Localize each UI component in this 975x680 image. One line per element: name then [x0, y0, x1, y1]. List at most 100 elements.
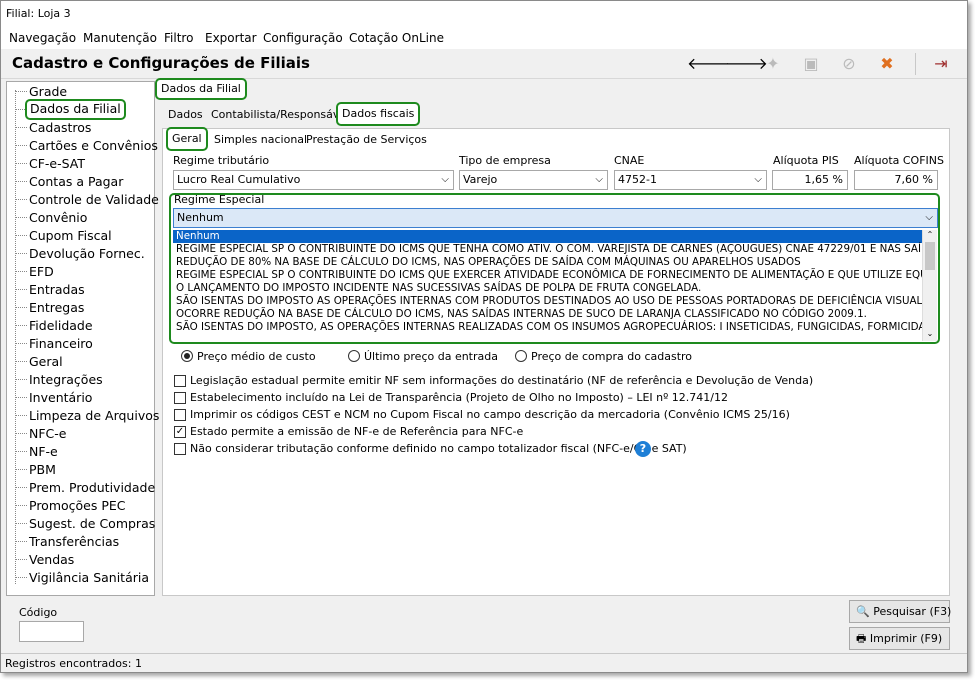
codigo-input[interactable]: [19, 621, 84, 642]
chevron-down-icon: ⌵: [925, 212, 933, 223]
dropdown-option[interactable]: SÃO ISENTAS DO IMPOSTO, AS OPERAÇÕES INT…: [173, 321, 922, 334]
search-icon: 🔍: [856, 605, 870, 618]
dropdown-option[interactable]: REGIME ESPECIAL SP O CONTRIBUINTE DO ICM…: [173, 243, 922, 256]
tree-item[interactable]: Controle de Validade: [29, 191, 159, 208]
scroll-thumb[interactable]: [925, 242, 935, 270]
checkbox-label: Imprimir os códigos CEST e NCM no Cupom …: [190, 408, 790, 421]
exit-icon[interactable]: ⇥: [931, 54, 951, 74]
tree-item[interactable]: Vigilância Sanitária: [29, 569, 149, 586]
menu-exportar[interactable]: Exportar: [205, 31, 257, 45]
tree-item[interactable]: NFC-e: [29, 425, 66, 442]
print-button-label: Imprimir (F9): [869, 632, 943, 645]
checkbox[interactable]: [174, 443, 186, 455]
print-button[interactable]: 🖶 Imprimir (F9): [849, 627, 950, 650]
search-button[interactable]: 🔍 Pesquisar (F3): [849, 600, 951, 623]
radio-preco-compra[interactable]: [515, 350, 527, 362]
dropdown-option[interactable]: O LANÇAMENTO DO IMPOSTO INCIDENTE NAS SU…: [173, 282, 922, 295]
tree-connector: [15, 397, 27, 398]
menu-manutencao[interactable]: Manutenção: [83, 31, 157, 45]
tree-item[interactable]: Convênio: [29, 209, 87, 226]
tree-item[interactable]: PBM: [29, 461, 56, 478]
menu-configuracao[interactable]: Configuração: [263, 31, 343, 45]
checkbox[interactable]: [174, 375, 186, 387]
tree-item[interactable]: Cupom Fiscal: [29, 227, 112, 244]
tree-item[interactable]: NF-e: [29, 443, 58, 460]
tab-dados-da-filial[interactable]: Dados da Filial: [155, 78, 247, 100]
regime-tributario-select[interactable]: Lucro Real Cumulativo ⌵: [173, 170, 454, 190]
tree-connector: [15, 90, 16, 584]
tree-item[interactable]: Dados da Filial: [25, 99, 126, 120]
tree-connector: [15, 487, 27, 488]
tree-item[interactable]: Cadastros: [29, 119, 91, 136]
tree-item[interactable]: Entradas: [29, 281, 85, 298]
dropdown-option[interactable]: SÃO ISENTAS DO IMPOSTO AS OPERAÇÕES INTE…: [173, 295, 922, 308]
cnae-select[interactable]: 4752-1 ⌵: [614, 170, 767, 190]
tree-item[interactable]: Inventário: [29, 389, 92, 406]
dropdown-option[interactable]: REDUÇÃO DE 80% NA BASE DE CÁLCULO DO ICM…: [173, 256, 922, 269]
tree-item[interactable]: Promoções PEC: [29, 497, 126, 514]
dropdown-option[interactable]: REGIME ESPECIAL SP O CONTRIBUINTE DO ICM…: [173, 269, 922, 282]
tree-item[interactable]: Fidelidade: [29, 317, 93, 334]
tree-item[interactable]: Cartões e Convênios: [29, 137, 158, 154]
checkbox[interactable]: [174, 392, 186, 404]
tree-connector: [15, 433, 27, 434]
forward-arrow-icon[interactable]: 🡒: [725, 54, 768, 74]
tree-item[interactable]: Geral: [29, 353, 63, 370]
tree-item[interactable]: Grade: [29, 83, 67, 100]
scroll-up-icon[interactable]: ⌃: [923, 230, 937, 242]
tree-connector: [15, 361, 27, 362]
radio-ultimo-preco-label: Último preço da entrada: [364, 350, 498, 363]
radio-preco-medio[interactable]: [181, 350, 193, 362]
tree-connector: [15, 415, 27, 416]
regime-especial-select[interactable]: Nenhum ⌵: [173, 208, 938, 228]
tree-connector: [15, 451, 27, 452]
tab-geral[interactable]: Geral: [166, 127, 208, 151]
tree-item[interactable]: Limpeza de Arquivos: [29, 407, 159, 424]
scroll-down-icon[interactable]: ⌄: [923, 329, 937, 341]
tree-item[interactable]: Devolução Fornec.: [29, 245, 145, 262]
tree-item[interactable]: Integrações: [29, 371, 103, 388]
tree-connector: [15, 307, 27, 308]
dropdown-option[interactable]: OCORRE REDUÇÃO NA BASE DE CÁLCULO DO ICM…: [173, 308, 922, 321]
save-icon[interactable]: ▣: [801, 54, 821, 74]
tree-item[interactable]: Entregas: [29, 299, 84, 316]
regime-tributario-value: Lucro Real Cumulativo: [177, 173, 301, 186]
tree-item[interactable]: EFD: [29, 263, 54, 280]
delete-icon[interactable]: ✖: [877, 54, 897, 74]
tab-prestacao-servicos[interactable]: Prestação de Serviços: [302, 131, 431, 151]
new-doc-icon[interactable]: ✦: [763, 54, 783, 74]
tree-item[interactable]: CF-e-SAT: [29, 155, 85, 172]
radio-ultimo-preco[interactable]: [348, 350, 360, 362]
tree-item[interactable]: Financeiro: [29, 335, 93, 352]
chevron-down-icon: ⌵: [754, 174, 762, 185]
menu-filtro[interactable]: Filtro: [164, 31, 193, 45]
window-title: Filial: Loja 3: [1, 1, 967, 27]
back-arrow-icon[interactable]: 🡐: [687, 54, 730, 74]
tab-dados[interactable]: Dados: [164, 106, 207, 126]
menu-cotacao-online[interactable]: Cotação OnLine: [349, 31, 444, 45]
tab-simples-nacional[interactable]: Simples nacional: [210, 131, 311, 151]
aliquota-cofins-input[interactable]: 7,60 %: [854, 170, 938, 190]
tab-contabilista[interactable]: Contabilista/Responsável: [207, 106, 353, 126]
tree-item[interactable]: Transferências: [29, 533, 119, 550]
tree-connector: [15, 523, 27, 524]
tree-item[interactable]: Prem. Produtividade: [29, 479, 155, 496]
menu-navegacao[interactable]: Navegação: [9, 31, 76, 45]
chevron-down-icon: ⌵: [595, 174, 603, 185]
checkbox[interactable]: ✓: [174, 426, 186, 438]
help-icon[interactable]: ?: [635, 441, 651, 457]
regime-especial-dropdown[interactable]: Nenhum REGIME ESPECIAL SP O CONTRIBUINTE …: [173, 230, 922, 341]
tree-item[interactable]: Vendas: [29, 551, 74, 568]
tipo-empresa-select[interactable]: Varejo ⌵: [459, 170, 608, 190]
tree-connector: [15, 235, 27, 236]
printer-icon: 🖶: [856, 632, 867, 645]
tab-dados-fiscais[interactable]: Dados fiscais: [336, 102, 421, 126]
aliquota-pis-input[interactable]: 1,65 %: [772, 170, 848, 190]
tree-item[interactable]: Contas a Pagar: [29, 173, 123, 190]
checkbox[interactable]: [174, 409, 186, 421]
dropdown-option[interactable]: Nenhum: [173, 230, 922, 243]
regime-tributario-label: Regime tributário: [173, 154, 270, 167]
cancel-icon[interactable]: ⊘: [839, 54, 859, 74]
dropdown-scrollbar[interactable]: ⌃ ⌄: [922, 230, 937, 341]
tree-item[interactable]: Sugest. de Compras: [29, 515, 155, 532]
